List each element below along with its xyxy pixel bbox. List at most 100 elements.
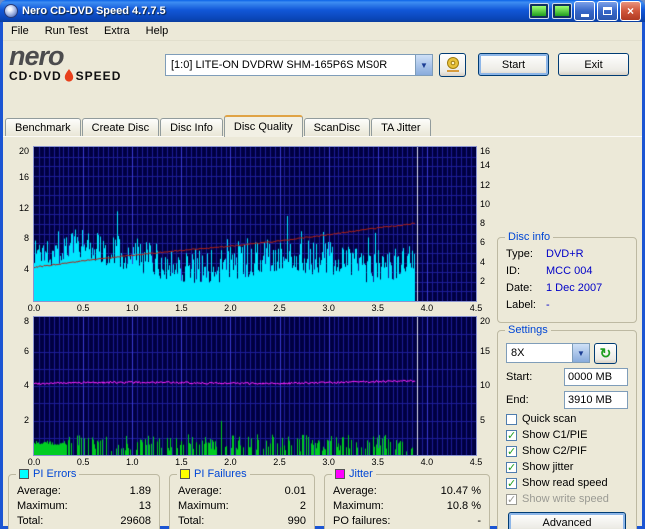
right-axis-labels: 2 4 6 8 10 12 14 16 — [478, 146, 494, 318]
axis-label: 3.5 — [371, 457, 385, 467]
pi-errors-chart: 4 8 12 16 20 2 4 6 8 10 12 14 16 0.0 0.5 1.0 1.5 2.0 2.5… — [8, 146, 492, 318]
checkbox-quick-scan[interactable]: Quick scan — [506, 411, 628, 427]
titlebar[interactable]: Nero CD-DVD Speed 4.7.7.5 × — [0, 0, 645, 22]
axis-label: 0.0 — [27, 457, 41, 467]
end-field[interactable] — [564, 390, 628, 409]
drive-select[interactable]: [1:0] LITE-ON DVDRW SHM-165P6S MS0R ▼ — [165, 54, 433, 76]
axis-label: 0.0 — [27, 303, 41, 313]
logo-cddvd-text: CD·DVD — [9, 69, 62, 83]
pi-errors-stats-group: PI Errors Average: 1.89 Maximum: 13 Total:… — [8, 468, 160, 529]
axis-label: 3.0 — [322, 457, 335, 467]
checkbox-show-c1-pie[interactable]: Show C1/PIE — [506, 427, 628, 443]
disc-info-title: Disc info — [505, 231, 554, 243]
titlebar-screen-icon-2[interactable] — [552, 3, 572, 19]
start-field-label: Start: — [506, 370, 533, 383]
tab-create-disc[interactable]: Create Disc — [81, 118, 160, 137]
tab-disc-quality[interactable]: Disc Quality — [223, 115, 303, 137]
checkbox-box — [506, 461, 517, 473]
exit-button[interactable]: Exit — [558, 53, 629, 76]
sidebar: Disc info Type: DVD+R ID: MCC 004 Date: 1 D… — [497, 231, 637, 529]
close-button[interactable]: × — [620, 1, 641, 21]
titlebar-screen-icon-1[interactable] — [529, 3, 549, 19]
menu-file[interactable]: File — [3, 23, 37, 39]
stat-value: 0.01 — [284, 485, 306, 497]
chevron-down-icon[interactable]: ▼ — [572, 344, 589, 362]
screen-glyph — [555, 6, 569, 16]
checkbox-show-write-speed: Show write speed — [506, 491, 628, 507]
pi-failures-chart-canvas — [33, 316, 477, 456]
minimize-button[interactable] — [574, 1, 595, 21]
close-icon: × — [626, 4, 634, 18]
axis-label: 6 — [23, 345, 29, 356]
stat-value: 10.8 % — [446, 500, 481, 512]
speed-select-value: 8X — [511, 347, 525, 359]
pi-failures-stats-title: PI Failures — [194, 468, 247, 480]
stat-label: Maximum: — [333, 500, 384, 512]
axis-label: 12 — [18, 202, 29, 213]
disc-date-value: 1 Dec 2007 — [546, 282, 603, 294]
menu-help[interactable]: Help — [138, 23, 177, 39]
disc-id-value: MCC 004 — [546, 265, 593, 277]
x-axis-labels: 0.0 0.5 1.0 1.5 2.0 2.5 3.0 3.5 4.0 4.5 — [28, 303, 483, 315]
checkbox-box — [506, 493, 517, 505]
stat-value: 1.89 — [129, 485, 151, 497]
left-axis-labels: 4 8 12 16 20 — [8, 146, 31, 318]
disc-type-value: DVD+R — [546, 248, 584, 260]
axis-label: 14 — [480, 160, 491, 171]
disc-label-value: - — [546, 299, 550, 311]
stat-value: 10.47 % — [440, 485, 481, 497]
checkbox-show-read-speed[interactable]: Show read speed — [506, 475, 628, 491]
axis-label: 6 — [480, 237, 486, 248]
menu-extra[interactable]: Extra — [96, 23, 138, 39]
tab-disc-info[interactable]: Disc Info — [160, 118, 223, 137]
tab-benchmark[interactable]: Benchmark — [5, 118, 81, 137]
stat-label: Average: — [178, 485, 222, 497]
logo-speed-text: SPEED — [75, 69, 122, 83]
axis-label: 16 — [18, 171, 29, 182]
window-title: Nero CD-DVD Speed 4.7.7.5 — [22, 5, 166, 17]
stat-label: Maximum: — [178, 500, 229, 512]
checkbox-box — [506, 429, 517, 441]
jitter-legend-swatch — [335, 469, 345, 479]
checkbox-box — [506, 445, 517, 457]
axis-label: 10 — [480, 198, 491, 209]
stat-value: 29608 — [120, 515, 151, 527]
refresh-button[interactable]: ↻ — [594, 342, 617, 364]
axis-label: 3.5 — [371, 303, 385, 313]
statistics-row: PI Errors Average: 1.89 Maximum: 13 Total:… — [8, 468, 492, 529]
stat-value: - — [477, 515, 481, 527]
axis-label: 2 — [23, 414, 29, 425]
checkbox-show-c2-pif[interactable]: Show C2/PIF — [506, 443, 628, 459]
axis-label: 4.0 — [420, 303, 434, 313]
axis-label: 1.0 — [125, 457, 139, 467]
axis-label: 8 — [480, 218, 486, 228]
axis-label: 4.0 — [420, 457, 434, 467]
eject-disc-icon — [446, 57, 459, 72]
stat-label: Average: — [333, 485, 377, 497]
axis-label: 1.5 — [175, 303, 188, 313]
axis-label: 20 — [480, 316, 491, 326]
start-field[interactable] — [564, 367, 628, 386]
axis-label: 10 — [480, 380, 491, 390]
axis-label: 4 — [23, 380, 29, 390]
chevron-down-icon[interactable]: ▼ — [415, 55, 432, 75]
pi-errors-legend-swatch — [19, 469, 29, 479]
checkbox-box — [506, 477, 517, 489]
right-axis-labels: 5 10 15 20 — [478, 316, 494, 472]
tab-ta-jitter[interactable]: TA Jitter — [371, 118, 431, 137]
left-axis-labels: 2 4 6 8 — [8, 316, 31, 472]
tab-bar: Benchmark Create Disc Disc Info Disc Qua… — [5, 115, 432, 137]
axis-label: 12 — [480, 179, 491, 190]
tab-scandisc[interactable]: ScanDisc — [303, 118, 371, 137]
speed-select[interactable]: 8X ▼ — [506, 343, 590, 363]
axis-label: 5 — [480, 414, 486, 425]
start-button[interactable]: Start — [478, 53, 549, 76]
advanced-button[interactable]: Advanced — [508, 512, 626, 529]
menu-run-test[interactable]: Run Test — [37, 23, 96, 39]
maximize-button[interactable] — [597, 1, 618, 21]
eject-disc-button[interactable] — [439, 53, 466, 77]
axis-label: 2 — [480, 275, 486, 286]
nero-logo: nero CD·DVD SPEED — [9, 43, 159, 89]
checkbox-show-jitter[interactable]: Show jitter — [506, 459, 628, 475]
end-field-label: End: — [506, 393, 529, 406]
